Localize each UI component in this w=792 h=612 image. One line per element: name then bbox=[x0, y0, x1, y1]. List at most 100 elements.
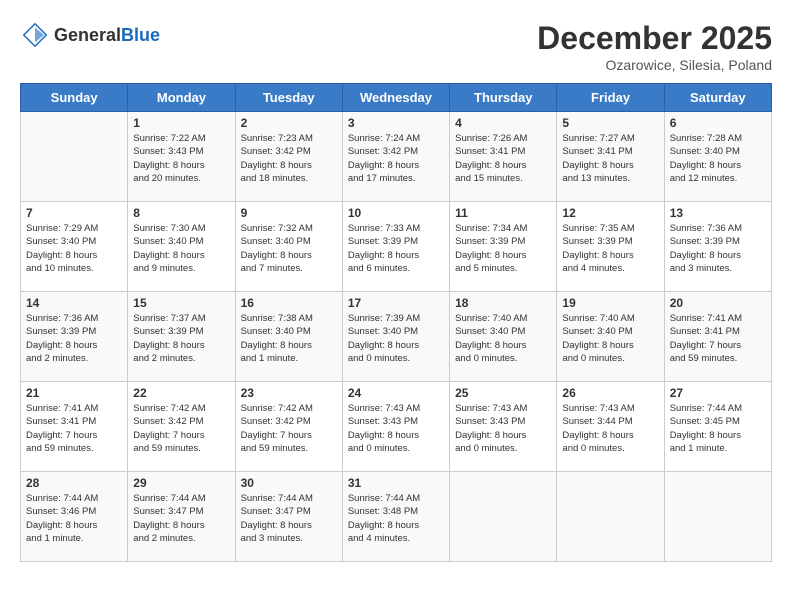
day-info: Sunrise: 7:42 AMSunset: 3:42 PMDaylight:… bbox=[241, 402, 337, 455]
day-number: 21 bbox=[26, 386, 122, 400]
calendar-cell: 21Sunrise: 7:41 AMSunset: 3:41 PMDayligh… bbox=[21, 382, 128, 472]
calendar-cell: 12 Sunrise: 7:35 AMSunset: 3:39 PMDayligh… bbox=[557, 202, 664, 292]
day-info: Sunrise: 7:34 AMSunset: 3:39 PMDaylight:… bbox=[455, 222, 551, 275]
day-number: 27 bbox=[670, 386, 766, 400]
day-number: 29 bbox=[133, 476, 229, 490]
day-info: Sunrise: 7:33 AMSunset: 3:39 PMDaylight:… bbox=[348, 222, 444, 275]
calendar-cell: 15 Sunrise: 7:37 AMSunset: 3:39 PMDayligh… bbox=[128, 292, 235, 382]
day-info: Sunrise: 7:40 AMSunset: 3:40 PMDaylight:… bbox=[455, 312, 551, 365]
calendar-cell: 20 Sunrise: 7:41 AMSunset: 3:41 PMDayligh… bbox=[664, 292, 771, 382]
calendar-cell bbox=[450, 472, 557, 562]
day-number: 20 bbox=[670, 296, 766, 310]
calendar-cell: 1 Sunrise: 7:22 AMSunset: 3:43 PMDaylight… bbox=[128, 112, 235, 202]
day-info: Sunrise: 7:24 AMSunset: 3:42 PMDaylight:… bbox=[348, 132, 444, 185]
week-row-1: 1 Sunrise: 7:22 AMSunset: 3:43 PMDaylight… bbox=[21, 112, 772, 202]
day-number: 4 bbox=[455, 116, 551, 130]
calendar-cell: 26 Sunrise: 7:43 AMSunset: 3:44 PMDayligh… bbox=[557, 382, 664, 472]
logo-text-general: General bbox=[54, 25, 121, 45]
calendar-cell: 25 Sunrise: 7:43 AMSunset: 3:43 PMDayligh… bbox=[450, 382, 557, 472]
title-area: December 2025 Ozarowice, Silesia, Poland bbox=[537, 20, 772, 73]
header-sunday: Sunday bbox=[21, 84, 128, 112]
week-row-3: 14 Sunrise: 7:36 AMSunset: 3:39 PMDayligh… bbox=[21, 292, 772, 382]
day-number: 28 bbox=[26, 476, 122, 490]
day-number: 3 bbox=[348, 116, 444, 130]
day-info: Sunrise: 7:29 AMSunset: 3:40 PMDaylight:… bbox=[26, 222, 122, 275]
calendar-cell: 23 Sunrise: 7:42 AMSunset: 3:42 PMDayligh… bbox=[235, 382, 342, 472]
logo: GeneralBlue bbox=[20, 20, 160, 50]
calendar-cell: 16 Sunrise: 7:38 AMSunset: 3:40 PMDayligh… bbox=[235, 292, 342, 382]
calendar-body: 1 Sunrise: 7:22 AMSunset: 3:43 PMDaylight… bbox=[21, 112, 772, 562]
day-info: Sunrise: 7:23 AMSunset: 3:42 PMDaylight:… bbox=[241, 132, 337, 185]
header-row: SundayMondayTuesdayWednesdayThursdayFrid… bbox=[21, 84, 772, 112]
header-friday: Friday bbox=[557, 84, 664, 112]
day-info: Sunrise: 7:43 AMSunset: 3:43 PMDaylight:… bbox=[455, 402, 551, 455]
calendar-table: SundayMondayTuesdayWednesdayThursdayFrid… bbox=[20, 83, 772, 562]
calendar-cell: 18 Sunrise: 7:40 AMSunset: 3:40 PMDayligh… bbox=[450, 292, 557, 382]
calendar-cell bbox=[21, 112, 128, 202]
calendar-cell: 7 Sunrise: 7:29 AMSunset: 3:40 PMDaylight… bbox=[21, 202, 128, 292]
day-number: 7 bbox=[26, 206, 122, 220]
logo-text-blue: Blue bbox=[121, 25, 160, 45]
day-number: 12 bbox=[562, 206, 658, 220]
week-row-2: 7 Sunrise: 7:29 AMSunset: 3:40 PMDaylight… bbox=[21, 202, 772, 292]
day-number: 13 bbox=[670, 206, 766, 220]
day-info: Sunrise: 7:44 AMSunset: 3:48 PMDaylight:… bbox=[348, 492, 444, 545]
day-info: Sunrise: 7:35 AMSunset: 3:39 PMDaylight:… bbox=[562, 222, 658, 275]
calendar-cell: 14 Sunrise: 7:36 AMSunset: 3:39 PMDayligh… bbox=[21, 292, 128, 382]
week-row-5: 28 Sunrise: 7:44 AMSunset: 3:46 PMDayligh… bbox=[21, 472, 772, 562]
day-number: 25 bbox=[455, 386, 551, 400]
day-number: 10 bbox=[348, 206, 444, 220]
calendar-cell: 2Sunrise: 7:23 AMSunset: 3:42 PMDaylight… bbox=[235, 112, 342, 202]
calendar-cell: 22 Sunrise: 7:42 AMSunset: 3:42 PMDayligh… bbox=[128, 382, 235, 472]
day-info: Sunrise: 7:44 AMSunset: 3:46 PMDaylight:… bbox=[26, 492, 122, 545]
day-info: Sunrise: 7:39 AMSunset: 3:40 PMDaylight:… bbox=[348, 312, 444, 365]
calendar-header: SundayMondayTuesdayWednesdayThursdayFrid… bbox=[21, 84, 772, 112]
day-info: Sunrise: 7:22 AMSunset: 3:43 PMDaylight:… bbox=[133, 132, 229, 185]
calendar-cell: 28 Sunrise: 7:44 AMSunset: 3:46 PMDayligh… bbox=[21, 472, 128, 562]
day-number: 1 bbox=[133, 116, 229, 130]
day-number: 14 bbox=[26, 296, 122, 310]
day-info: Sunrise: 7:41 AMSunset: 3:41 PMDaylight:… bbox=[670, 312, 766, 365]
day-info: Sunrise: 7:26 AMSunset: 3:41 PMDaylight:… bbox=[455, 132, 551, 185]
day-info: Sunrise: 7:43 AMSunset: 3:43 PMDaylight:… bbox=[348, 402, 444, 455]
location: Ozarowice, Silesia, Poland bbox=[537, 57, 772, 73]
day-number: 18 bbox=[455, 296, 551, 310]
day-number: 23 bbox=[241, 386, 337, 400]
day-number: 5 bbox=[562, 116, 658, 130]
calendar-cell: 17Sunrise: 7:39 AMSunset: 3:40 PMDayligh… bbox=[342, 292, 449, 382]
day-info: Sunrise: 7:37 AMSunset: 3:39 PMDaylight:… bbox=[133, 312, 229, 365]
logo-icon bbox=[20, 20, 50, 50]
day-info: Sunrise: 7:28 AMSunset: 3:40 PMDaylight:… bbox=[670, 132, 766, 185]
day-info: Sunrise: 7:40 AMSunset: 3:40 PMDaylight:… bbox=[562, 312, 658, 365]
week-row-4: 21Sunrise: 7:41 AMSunset: 3:41 PMDayligh… bbox=[21, 382, 772, 472]
page-header: GeneralBlue December 2025 Ozarowice, Sil… bbox=[20, 20, 772, 73]
day-number: 31 bbox=[348, 476, 444, 490]
calendar-cell: 8 Sunrise: 7:30 AMSunset: 3:40 PMDaylight… bbox=[128, 202, 235, 292]
day-info: Sunrise: 7:30 AMSunset: 3:40 PMDaylight:… bbox=[133, 222, 229, 275]
day-number: 22 bbox=[133, 386, 229, 400]
day-number: 8 bbox=[133, 206, 229, 220]
day-info: Sunrise: 7:44 AMSunset: 3:45 PMDaylight:… bbox=[670, 402, 766, 455]
calendar-cell: 27 Sunrise: 7:44 AMSunset: 3:45 PMDayligh… bbox=[664, 382, 771, 472]
day-info: Sunrise: 7:42 AMSunset: 3:42 PMDaylight:… bbox=[133, 402, 229, 455]
day-number: 26 bbox=[562, 386, 658, 400]
calendar-cell: 31 Sunrise: 7:44 AMSunset: 3:48 PMDayligh… bbox=[342, 472, 449, 562]
calendar-cell: 6 Sunrise: 7:28 AMSunset: 3:40 PMDaylight… bbox=[664, 112, 771, 202]
day-number: 9 bbox=[241, 206, 337, 220]
calendar-cell: 9 Sunrise: 7:32 AMSunset: 3:40 PMDaylight… bbox=[235, 202, 342, 292]
day-info: Sunrise: 7:32 AMSunset: 3:40 PMDaylight:… bbox=[241, 222, 337, 275]
calendar-cell: 30Sunrise: 7:44 AMSunset: 3:47 PMDayligh… bbox=[235, 472, 342, 562]
day-info: Sunrise: 7:36 AMSunset: 3:39 PMDaylight:… bbox=[670, 222, 766, 275]
day-number: 30 bbox=[241, 476, 337, 490]
day-info: Sunrise: 7:38 AMSunset: 3:40 PMDaylight:… bbox=[241, 312, 337, 365]
day-number: 6 bbox=[670, 116, 766, 130]
day-number: 16 bbox=[241, 296, 337, 310]
header-wednesday: Wednesday bbox=[342, 84, 449, 112]
calendar-cell: 29Sunrise: 7:44 AMSunset: 3:47 PMDayligh… bbox=[128, 472, 235, 562]
day-info: Sunrise: 7:43 AMSunset: 3:44 PMDaylight:… bbox=[562, 402, 658, 455]
day-number: 15 bbox=[133, 296, 229, 310]
day-info: Sunrise: 7:36 AMSunset: 3:39 PMDaylight:… bbox=[26, 312, 122, 365]
header-saturday: Saturday bbox=[664, 84, 771, 112]
header-monday: Monday bbox=[128, 84, 235, 112]
calendar-cell bbox=[664, 472, 771, 562]
